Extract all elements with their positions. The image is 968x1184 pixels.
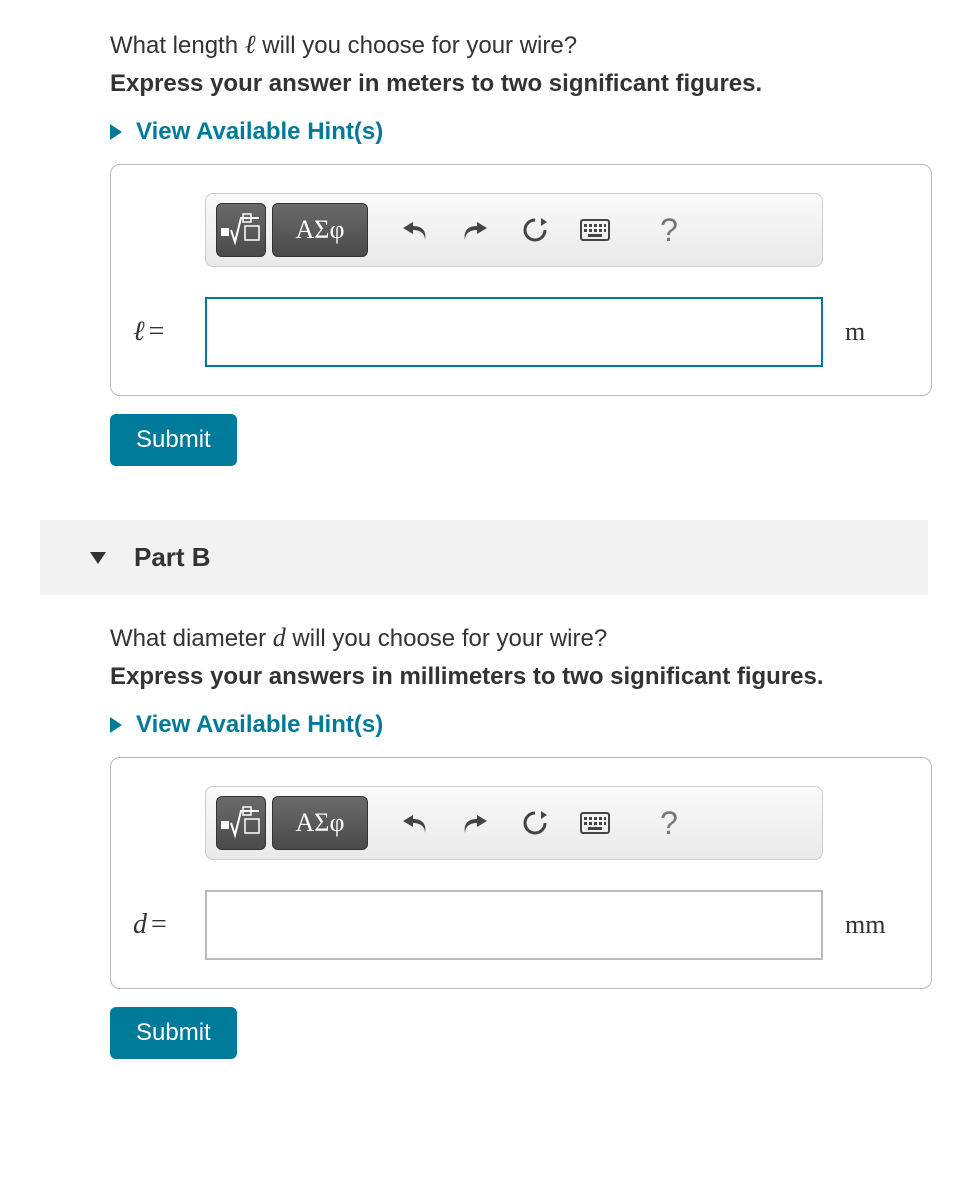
- partA-toolbar: ΑΣφ ?: [205, 193, 823, 267]
- partA-submit-button[interactable]: Submit: [110, 414, 237, 466]
- reset-icon: [521, 809, 549, 837]
- partB-hints-toggle[interactable]: View Available Hint(s): [110, 711, 928, 739]
- partB-question: What diameter d will you choose for your…: [110, 623, 928, 653]
- partB-hints-label: View Available Hint(s): [136, 711, 383, 739]
- undo-icon: [401, 811, 429, 835]
- partB-var-label: d=: [133, 909, 205, 941]
- caret-down-icon: [90, 552, 106, 564]
- caret-right-icon: [110, 124, 122, 140]
- partA-q-var: ℓ: [245, 30, 256, 59]
- greek-letters-button[interactable]: ΑΣφ: [272, 203, 368, 257]
- partA-var-label: ℓ=: [133, 316, 205, 348]
- reset-icon: [521, 216, 549, 244]
- keyboard-icon: [580, 219, 610, 241]
- equals-sign: =: [149, 316, 165, 347]
- caret-right-icon: [110, 717, 122, 733]
- greek-letters-button[interactable]: ΑΣφ: [272, 796, 368, 850]
- partA-q-pre: What length: [110, 32, 245, 59]
- partA-unit: m: [845, 317, 865, 347]
- sqrt-icon: [221, 805, 261, 841]
- equals-sign: =: [151, 909, 167, 940]
- reset-button[interactable]: [508, 203, 562, 257]
- undo-button[interactable]: [388, 796, 442, 850]
- partA-question: What length ℓ will you choose for your w…: [110, 30, 928, 60]
- redo-button[interactable]: [448, 203, 502, 257]
- partB-q-pre: What diameter: [110, 625, 273, 652]
- partB-answer-input[interactable]: [205, 890, 823, 960]
- partB-instruction: Express your answers in millimeters to t…: [110, 663, 928, 691]
- partB-q-var: d: [273, 623, 286, 652]
- undo-button[interactable]: [388, 203, 442, 257]
- partB-submit-button[interactable]: Submit: [110, 1007, 237, 1059]
- keyboard-button[interactable]: [568, 796, 622, 850]
- sqrt-icon: [221, 212, 261, 248]
- math-template-button[interactable]: [216, 203, 266, 257]
- keyboard-button[interactable]: [568, 203, 622, 257]
- partA-var: ℓ: [133, 316, 145, 347]
- redo-button[interactable]: [448, 796, 502, 850]
- partA-answer-box: ΑΣφ ? ℓ=: [110, 164, 932, 396]
- partA-answer-input[interactable]: [205, 297, 823, 367]
- partB-input-row: d= mm: [133, 890, 909, 960]
- partB-toolbar: ΑΣφ ?: [205, 786, 823, 860]
- partA-q-post: will you choose for your wire?: [256, 32, 577, 59]
- redo-icon: [461, 218, 489, 242]
- partB-q-post: will you choose for your wire?: [286, 625, 607, 652]
- partA-hints-toggle[interactable]: View Available Hint(s): [110, 118, 928, 146]
- help-button[interactable]: ?: [642, 203, 696, 257]
- partB-var: d: [133, 909, 147, 940]
- math-template-button[interactable]: [216, 796, 266, 850]
- partA-input-row: ℓ= m: [133, 297, 909, 367]
- keyboard-icon: [580, 812, 610, 834]
- redo-icon: [461, 811, 489, 835]
- reset-button[interactable]: [508, 796, 562, 850]
- partB-unit: mm: [845, 910, 885, 940]
- help-button[interactable]: ?: [642, 796, 696, 850]
- undo-icon: [401, 218, 429, 242]
- partB-header-label: Part B: [134, 542, 211, 573]
- partB-header[interactable]: Part B: [40, 520, 928, 595]
- partB-answer-box: ΑΣφ ? d=: [110, 757, 932, 989]
- partA-instruction: Express your answer in meters to two sig…: [110, 70, 928, 98]
- partA-hints-label: View Available Hint(s): [136, 118, 383, 146]
